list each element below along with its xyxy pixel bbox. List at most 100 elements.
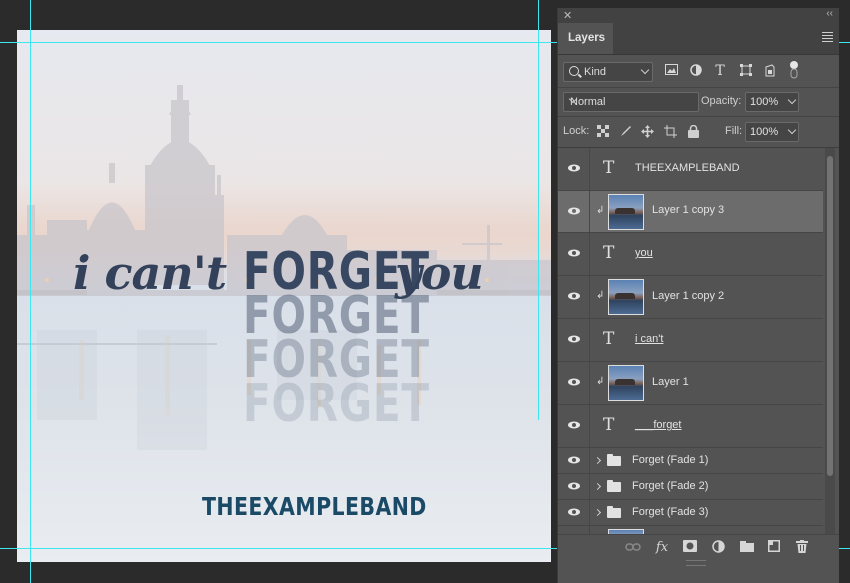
chevron-down-icon [787,125,797,135]
layer-row-forget[interactable]: T ___forget [558,405,823,448]
adjustment-filter-icon[interactable] [689,64,703,78]
eye-icon[interactable] [568,164,580,172]
layer-list: T THEEXAMPLEBAND ↲ Layer 1 copy 3 T you … [558,148,823,540]
eye-icon[interactable] [568,292,580,300]
eye-icon[interactable] [568,421,580,429]
fill-value: 100% [750,126,779,138]
layer-name: Layer 1 copy 3 [652,204,725,216]
layer-row-layer-1[interactable]: ↲ Layer 1 [558,362,823,405]
group-name: Forget (Fade 3) [632,506,709,518]
band-name: THEEXAMPLEBAND [202,492,427,521]
eye-icon[interactable] [568,508,580,516]
folder-icon [607,454,621,466]
tab-layers[interactable]: Layers [558,23,613,54]
layer-thumbnail [608,365,644,401]
headline-i-cant: i can't [73,246,227,300]
clipping-mask-icon: ↲ [596,376,605,387]
chevron-right-icon[interactable] [593,482,602,491]
clipping-mask-icon: ↲ [596,290,605,301]
guide-vertical-right[interactable] [538,0,539,420]
eye-icon[interactable] [568,335,580,343]
layer-row-you[interactable]: T you [558,233,823,276]
link-layers-icon[interactable] [625,540,641,556]
adjustment-layer-icon[interactable] [710,540,726,556]
lock-artboard-icon[interactable] [664,125,677,138]
filter-toggle-icon[interactable] [787,60,801,79]
eye-icon[interactable] [568,378,580,386]
layer-name: Layer 1 [652,376,689,388]
clipping-mask-icon: ↲ [596,205,605,216]
layer-row-layer-1-copy-3[interactable]: ↲ Layer 1 copy 3 [558,191,823,233]
panel-titlebar: ✕ ‹‹ [558,8,839,23]
headline: i can't FORGET you [73,232,503,312]
panel-menu-icon[interactable] [822,32,833,44]
lock-transparent-icon[interactable] [596,125,609,138]
filter-row: Kind T [558,55,839,88]
layer-effects-icon[interactable]: fx [654,540,670,556]
layer-row-theexampleband[interactable]: T THEEXAMPLEBAND [558,148,823,191]
shape-filter-icon[interactable] [739,64,753,78]
opacity-label: Opacity: [701,95,742,107]
eye-icon[interactable] [568,456,580,464]
tab-layers-label: Layers [568,32,606,44]
lock-pixels-icon[interactable] [619,125,632,138]
new-layer-icon[interactable] [766,540,782,556]
eye-icon[interactable] [568,249,580,257]
blend-mode-select[interactable]: Normal [563,92,699,112]
panel-footer: fx [558,534,839,561]
document-canvas[interactable]: FORGET FORGET FORGET i can't FORGET you … [17,30,551,562]
filter-kind-select[interactable]: Kind [563,62,653,82]
layer-name: THEEXAMPLEBAND [635,162,740,174]
eye-icon[interactable] [568,482,580,490]
opacity-value: 100% [750,96,779,108]
type-filter-icon[interactable]: T [713,64,727,78]
chevron-right-icon[interactable] [593,508,602,517]
lock-all-icon[interactable] [687,124,700,138]
text-layer-icon: T [603,243,615,263]
panel-resize-grip[interactable] [686,560,706,566]
guide-vertical-left[interactable] [30,0,31,583]
fill-dropdown[interactable] [784,122,799,142]
add-mask-icon[interactable] [682,540,698,556]
close-icon[interactable]: ✕ [563,9,572,22]
layers-scrollbar[interactable] [825,148,835,540]
layer-row-i-cant[interactable]: T i can't [558,319,823,362]
text-layer-icon: T [603,158,615,178]
opacity-input[interactable]: 100% [745,92,785,112]
layer-group-forget-fade-2[interactable]: Forget (Fade 2) [558,474,823,500]
chevron-down-icon [787,95,797,105]
pixel-filter-icon[interactable] [664,64,678,78]
forget-fade-3: FORGET [243,374,430,434]
layer-thumbnail [608,279,644,315]
group-name: Forget (Fade 2) [632,480,709,492]
smart-object-filter-icon[interactable] [763,64,777,78]
layer-group-forget-fade-3[interactable]: Forget (Fade 3) [558,500,823,526]
text-layer-icon: T [603,415,615,435]
scrollbar-thumb[interactable] [827,156,833,476]
fill-label: Fill: [725,125,743,137]
lock-row: Lock: Fill: 100% [558,117,839,148]
layer-group-forget-fade-1[interactable]: Forget (Fade 1) [558,448,823,474]
layer-name: Layer 1 copy 2 [652,290,725,302]
collapse-icon[interactable]: ‹‹ [826,8,833,19]
layer-row-layer-1-copy-2[interactable]: ↲ Layer 1 copy 2 [558,276,823,319]
new-group-icon[interactable] [739,540,755,556]
lock-label: Lock: [563,125,590,137]
chevron-right-icon[interactable] [593,456,602,465]
headline-you: you [395,246,484,300]
folder-icon [607,506,621,518]
filter-kind-label: Kind [584,66,607,78]
delete-layer-icon[interactable] [794,540,810,556]
chevron-down-icon [640,65,650,75]
layer-name: you [635,247,653,259]
lock-position-icon[interactable] [641,125,654,138]
layer-name: i can't [635,333,664,345]
fill-input[interactable]: 100% [745,122,785,142]
opacity-dropdown[interactable] [784,92,799,112]
eye-icon[interactable] [568,207,580,215]
text-layer-icon: T [603,329,615,349]
search-icon [569,66,579,76]
layers-panel: ✕ ‹‹ Layers Kind T Normal Opacity: 100% … [557,8,839,583]
layer-thumbnail [608,194,644,230]
panel-tabbar: Layers [558,23,839,55]
